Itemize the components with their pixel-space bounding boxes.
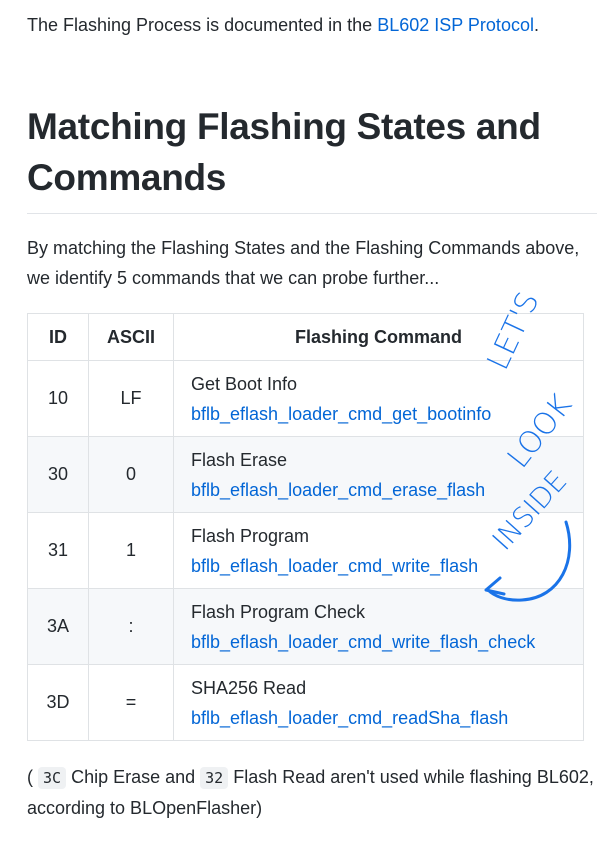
cell-ascii: 0	[88, 436, 174, 513]
cell-command: Get Boot Info bflb_eflash_loader_cmd_get…	[173, 360, 584, 437]
command-name: Flash Program	[191, 525, 310, 546]
command-function-link[interactable]: bflb_eflash_loader_cmd_readSha_flash	[191, 703, 583, 733]
table-row: 3A : Flash Program Check bflb_eflash_loa…	[27, 588, 584, 665]
header-id: ID	[27, 313, 89, 361]
cell-id: 30	[27, 436, 89, 513]
section-heading: Matching Flashing States and Commands	[27, 101, 597, 214]
footnote-open-paren: (	[27, 767, 38, 787]
intro-period: .	[533, 15, 539, 35]
cell-id: 3D	[27, 664, 89, 741]
cell-id: 3A	[27, 588, 89, 665]
cell-command: Flash Program Check bflb_eflash_loader_c…	[173, 588, 584, 665]
intro-text: The Flashing Process is documented in th…	[27, 15, 378, 35]
command-function-link[interactable]: bflb_eflash_loader_cmd_write_flash_check	[191, 627, 583, 657]
command-name: Flash Program Check	[191, 601, 366, 622]
table-row: 3D = SHA256 Read bflb_eflash_loader_cmd_…	[27, 664, 584, 741]
table-row: 31 1 Flash Program bflb_eflash_loader_cm…	[27, 512, 584, 589]
intro-paragraph: The Flashing Process is documented in th…	[27, 10, 587, 40]
code-32: 32	[200, 767, 229, 789]
command-name: Flash Erase	[191, 449, 288, 470]
cell-ascii: 1	[88, 512, 174, 589]
isp-protocol-link[interactable]: BL602 ISP Protocol	[377, 15, 534, 35]
table-row: 30 0 Flash Erase bflb_eflash_loader_cmd_…	[27, 436, 584, 513]
command-function-link[interactable]: bflb_eflash_loader_cmd_get_bootinfo	[191, 399, 583, 429]
code-3c: 3C	[38, 767, 67, 789]
footnote-paragraph: ( 3C Chip Erase and 32 Flash Read aren't…	[27, 762, 597, 823]
header-ascii: ASCII	[88, 313, 174, 361]
command-function-link[interactable]: bflb_eflash_loader_cmd_write_flash	[191, 551, 583, 581]
table-header-row: ID ASCII Flashing Command	[27, 313, 584, 361]
cell-command: Flash Erase bflb_eflash_loader_cmd_erase…	[173, 436, 584, 513]
cell-ascii: :	[88, 588, 174, 665]
flashing-commands-table: ID ASCII Flashing Command 10 LF Get Boot…	[27, 313, 584, 741]
cell-ascii: LF	[88, 360, 174, 437]
cell-id: 31	[27, 512, 89, 589]
cell-command: SHA256 Read bflb_eflash_loader_cmd_readS…	[173, 664, 584, 741]
command-function-link[interactable]: bflb_eflash_loader_cmd_erase_flash	[191, 475, 583, 505]
command-name: Get Boot Info	[191, 373, 298, 394]
cell-ascii: =	[88, 664, 174, 741]
footnote-text-1: Chip Erase and	[66, 767, 201, 787]
command-name: SHA256 Read	[191, 677, 307, 698]
table-row: 10 LF Get Boot Info bflb_eflash_loader_c…	[27, 360, 584, 437]
header-flashing-command: Flashing Command	[173, 313, 584, 361]
description-paragraph: By matching the Flashing States and the …	[27, 238, 580, 288]
cell-command: Flash Program bflb_eflash_loader_cmd_wri…	[173, 512, 584, 589]
cell-id: 10	[27, 360, 89, 437]
